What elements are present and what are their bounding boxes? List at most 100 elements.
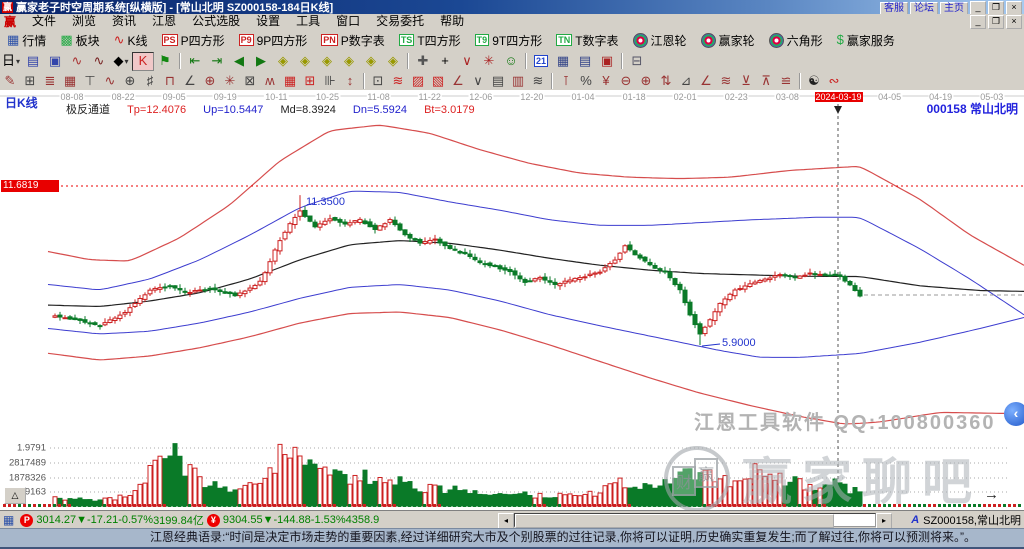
- home-link[interactable]: 主页: [940, 2, 968, 15]
- grid-x-tool[interactable]: ⊠: [240, 72, 260, 89]
- prev-bar-button[interactable]: ◀: [228, 52, 250, 71]
- red-grid-tool[interactable]: ▦: [280, 72, 300, 89]
- scrollbar-thumb[interactable]: [515, 514, 834, 528]
- dense-grid2-tool[interactable]: ▥: [508, 72, 528, 89]
- forum-link[interactable]: 论坛: [910, 2, 938, 15]
- angle2-tool[interactable]: ∠: [696, 72, 716, 89]
- yen-tool[interactable]: ¥: [596, 72, 616, 89]
- zoom-left-button[interactable]: ◈: [272, 52, 294, 71]
- menu-item-江恩[interactable]: 江恩: [144, 14, 184, 28]
- gann-box-tool[interactable]: ≣: [40, 72, 60, 89]
- service-link[interactable]: 客服: [880, 2, 908, 15]
- data-download-icon[interactable]: ⊟: [626, 52, 648, 71]
- swap-tool[interactable]: ⇅: [656, 72, 676, 89]
- zoom-in-v-button[interactable]: ◈: [360, 52, 382, 71]
- menu-item-帮助[interactable]: 帮助: [432, 14, 472, 28]
- box-line-tool[interactable]: ⊡: [368, 72, 388, 89]
- first-bar-button[interactable]: ⇤: [184, 52, 206, 71]
- circle-plus-tool[interactable]: ⊕: [636, 72, 656, 89]
- zoom-out-h-button[interactable]: ◈: [338, 52, 360, 71]
- hexagon-button[interactable]: 六角形: [763, 30, 829, 51]
- arc-tool[interactable]: ⊕: [120, 72, 140, 89]
- fan2-tool[interactable]: ≋: [528, 72, 548, 89]
- horizontal-scrollbar[interactable]: ◂ ▸: [498, 513, 892, 527]
- menu-item-窗口[interactable]: 窗口: [328, 14, 368, 28]
- hash-tool[interactable]: ♯: [140, 72, 160, 89]
- scroll-left-arrow[interactable]: ◂: [498, 513, 514, 529]
- expand-right-arrow[interactable]: →: [984, 486, 999, 503]
- menu-item-资讯[interactable]: 资讯: [104, 14, 144, 28]
- spiral-tool[interactable]: ∿: [100, 72, 120, 89]
- flag-mark-icon[interactable]: ⚑: [154, 52, 176, 71]
- save-disk-icon[interactable]: ▣: [596, 52, 618, 71]
- wedge-tool[interactable]: ⊼: [756, 72, 776, 89]
- gann-wheel-button[interactable]: 江恩轮: [627, 30, 693, 51]
- waves-tool[interactable]: ≋: [716, 72, 736, 89]
- menu-item-交易委托[interactable]: 交易委托: [368, 14, 432, 28]
- circle-minus-tool[interactable]: ⊖: [616, 72, 636, 89]
- menu-item-公式选股[interactable]: 公式选股: [184, 14, 248, 28]
- p-square-button[interactable]: PSP四方形: [156, 30, 231, 51]
- board-view-icon[interactable]: ▤: [22, 52, 44, 71]
- kline-button[interactable]: ∿K线: [108, 30, 154, 51]
- t-number-button[interactable]: TNT数字表: [550, 30, 624, 51]
- zoom-out-v-button[interactable]: ◈: [382, 52, 404, 71]
- gann-square-tool[interactable]: ▦: [60, 72, 80, 89]
- sector-button[interactable]: ▩板块: [54, 30, 105, 51]
- asterisk-tool[interactable]: ✳: [220, 72, 240, 89]
- notebook-icon[interactable]: ▤: [574, 52, 596, 71]
- child-close-button[interactable]: ×: [1006, 15, 1022, 29]
- fan-lines-tool[interactable]: ≋: [388, 72, 408, 89]
- zoom-in-h-button[interactable]: ◈: [316, 52, 338, 71]
- sz-index-icon[interactable]: ¥: [207, 514, 220, 527]
- updown-tool[interactable]: ↕: [340, 72, 360, 89]
- angle-tool[interactable]: ∠: [180, 72, 200, 89]
- wave-tool[interactable]: ʍ: [260, 72, 280, 89]
- winner-wheel-button[interactable]: 赢家轮: [695, 30, 761, 51]
- trend-large-icon[interactable]: ∿: [88, 52, 110, 71]
- red-fill-box2-tool[interactable]: ▧: [428, 72, 448, 89]
- close-button[interactable]: ×: [1006, 1, 1022, 15]
- volume-pane-toggle[interactable]: △: [4, 487, 26, 504]
- scrollbar-track[interactable]: [514, 513, 876, 527]
- yinyang-tool[interactable]: ☯: [804, 72, 824, 89]
- quote-button[interactable]: ▦行情: [1, 30, 52, 51]
- market-grid-icon[interactable]: ▦: [3, 513, 14, 527]
- flag-grid-tool[interactable]: ⊤: [80, 72, 100, 89]
- t-square-button[interactable]: TST四方形: [393, 30, 467, 51]
- candle-type-selector[interactable]: ◆▾: [110, 52, 132, 71]
- child-minimize-button[interactable]: _: [970, 15, 986, 29]
- next-bar-button[interactable]: ▶: [250, 52, 272, 71]
- p-number-button[interactable]: PNP数字表: [315, 30, 391, 51]
- trend-small-icon[interactable]: ∿: [66, 52, 88, 71]
- angle-pen-tool[interactable]: ∠: [448, 72, 468, 89]
- red-fill-box-tool[interactable]: ▨: [408, 72, 428, 89]
- winner-service-button[interactable]: $赢家服务: [831, 30, 901, 51]
- smiley-tool[interactable]: ☺: [500, 52, 522, 71]
- peak-valley-tool[interactable]: ∨: [456, 52, 478, 71]
- percent-tool[interactable]: %: [576, 72, 596, 89]
- infinity-tool[interactable]: ∾: [824, 72, 844, 89]
- menu-item-文件[interactable]: 文件: [24, 14, 64, 28]
- sh-index-icon[interactable]: P: [20, 514, 33, 527]
- calculator-icon[interactable]: ▦: [552, 52, 574, 71]
- calendar-icon[interactable]: 21: [530, 52, 552, 71]
- t9-square-button[interactable]: T99T四方形: [469, 30, 549, 51]
- approx-tool[interactable]: ≌: [776, 72, 796, 89]
- vee-tool[interactable]: ⊻: [736, 72, 756, 89]
- p9-square-button[interactable]: P99P四方形: [233, 30, 314, 51]
- scroll-right-arrow[interactable]: ▸: [876, 513, 892, 529]
- last-bar-button[interactable]: ⇥: [206, 52, 228, 71]
- level-tool[interactable]: ⊺: [556, 72, 576, 89]
- draw-pen-tool[interactable]: ✎: [0, 72, 20, 89]
- period-selector[interactable]: 日▾: [0, 52, 22, 71]
- gann-grid-tool[interactable]: ⊞: [20, 72, 40, 89]
- kline-toggle[interactable]: K: [132, 52, 154, 71]
- menu-item-浏览[interactable]: 浏览: [64, 14, 104, 28]
- info-view-icon[interactable]: ▣: [44, 52, 66, 71]
- n2-tool[interactable]: ⊓: [160, 72, 180, 89]
- minimize-button[interactable]: _: [970, 1, 986, 15]
- child-restore-button[interactable]: ❐: [988, 15, 1004, 29]
- menu-item-设置[interactable]: 设置: [248, 14, 288, 28]
- dense-grid-tool[interactable]: ⊪: [320, 72, 340, 89]
